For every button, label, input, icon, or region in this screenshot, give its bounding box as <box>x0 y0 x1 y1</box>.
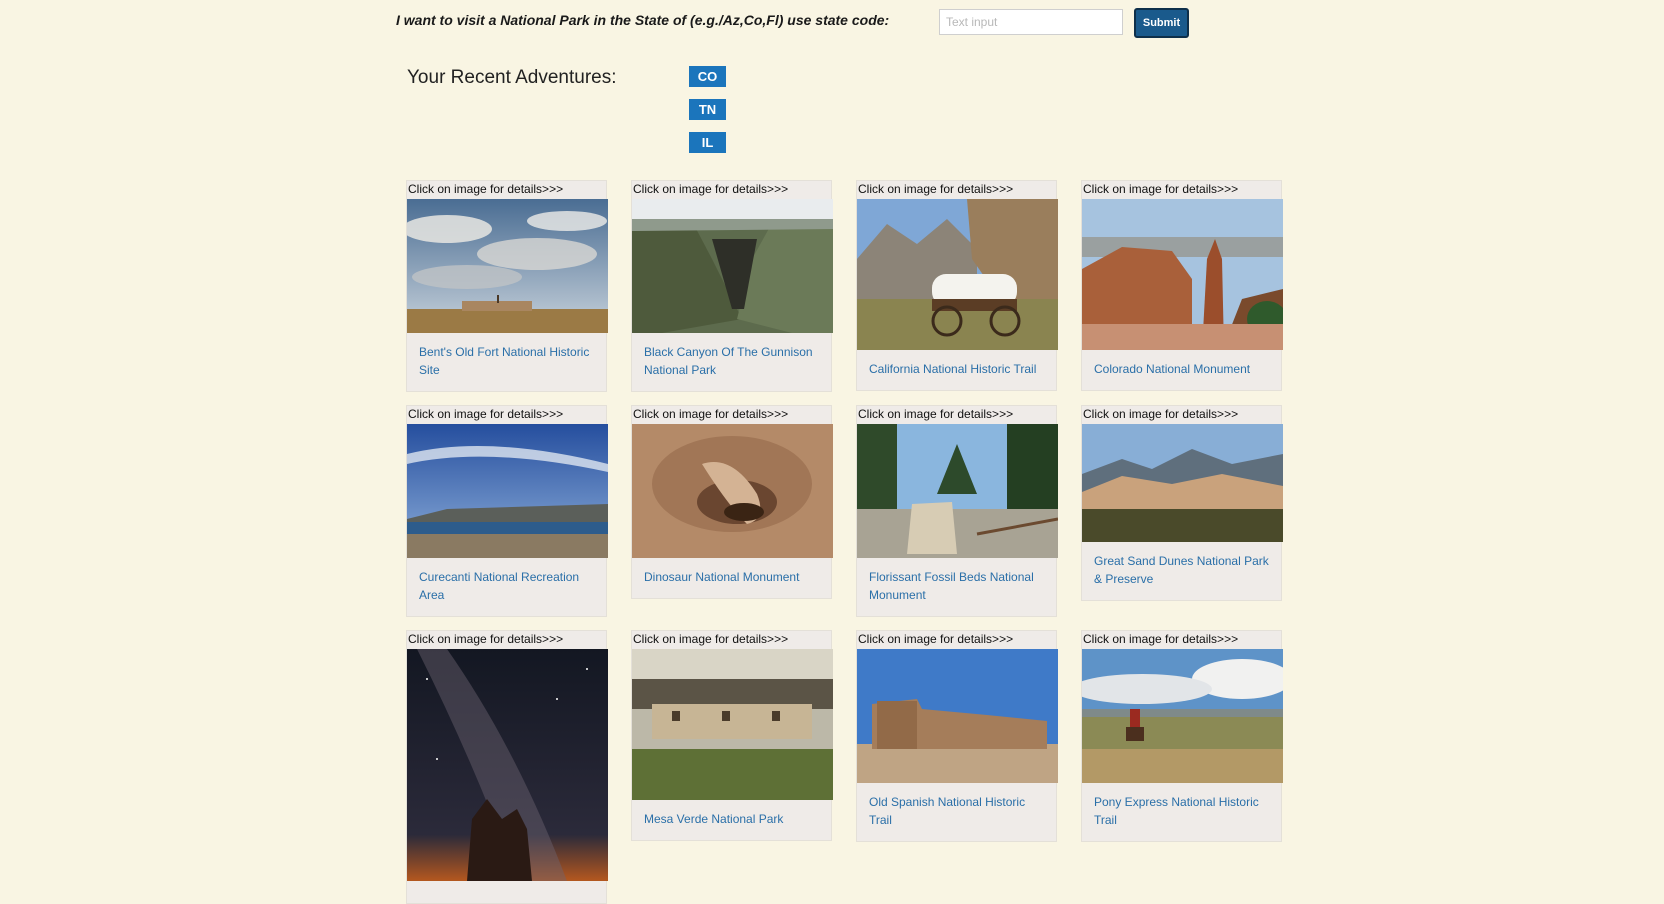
park-image[interactable] <box>857 649 1058 783</box>
details-hint: Click on image for details>>> <box>858 407 1014 421</box>
park-name-link[interactable]: Mesa Verde National Park <box>632 800 831 840</box>
park-card: Click on image for details>>> Black Cany… <box>631 180 833 392</box>
park-card: Click on image for details>>> Dinosaur N… <box>631 405 833 599</box>
park-image[interactable] <box>857 199 1058 350</box>
park-name-link[interactable]: Great Sand Dunes National Park & Preserv… <box>1082 542 1281 600</box>
recent-state-badge[interactable]: TN <box>689 99 726 120</box>
park-image[interactable] <box>632 199 833 333</box>
park-card: Click on image for details>>> Curecanti … <box>406 405 608 617</box>
park-name-link[interactable]: California National Historic Trail <box>857 350 1056 390</box>
park-image[interactable] <box>857 424 1058 558</box>
details-hint: Click on image for details>>> <box>633 182 789 196</box>
details-hint: Click on image for details>>> <box>1083 182 1239 196</box>
park-name-link[interactable]: Bent's Old Fort National Historic Site <box>407 333 606 391</box>
recent-state-badge[interactable]: IL <box>689 132 726 153</box>
recent-state-badge[interactable]: CO <box>689 66 726 87</box>
park-name-link[interactable]: Curecanti National Recreation Area <box>407 558 606 616</box>
park-card: Click on image for details>>> Great Sand… <box>1081 405 1283 601</box>
details-hint: Click on image for details>>> <box>408 182 564 196</box>
state-search-prompt: I want to visit a National Park in the S… <box>396 12 890 28</box>
park-name-link[interactable] <box>407 881 606 903</box>
park-name-link[interactable]: Black Canyon Of The Gunnison National Pa… <box>632 333 831 391</box>
park-name-link[interactable]: Old Spanish National Historic Trail <box>857 783 1056 841</box>
park-card: Click on image for details>>> <box>406 630 608 904</box>
state-search-form: I want to visit a National Park in the S… <box>396 8 1196 38</box>
park-image[interactable] <box>1082 199 1283 350</box>
park-card: Click on image for details>>> Colorado N… <box>1081 180 1283 391</box>
details-hint: Click on image for details>>> <box>858 632 1014 646</box>
park-name-link[interactable]: Dinosaur National Monument <box>632 558 831 598</box>
park-image[interactable] <box>1082 424 1283 542</box>
park-name-link[interactable]: Florissant Fossil Beds National Monument <box>857 558 1056 616</box>
park-card: Click on image for details>>> Florissant… <box>856 405 1058 617</box>
park-name-link[interactable]: Colorado National Monument <box>1082 350 1281 390</box>
park-card: Click on image for details>>> Old Spanis… <box>856 630 1058 842</box>
park-image[interactable] <box>407 199 608 333</box>
details-hint: Click on image for details>>> <box>408 407 564 421</box>
details-hint: Click on image for details>>> <box>633 407 789 421</box>
recent-adventures-title: Your Recent Adventures: <box>407 67 617 88</box>
park-image[interactable] <box>407 424 608 558</box>
submit-button[interactable]: Submit <box>1134 8 1189 38</box>
recent-adventures-list: CO TN IL <box>689 66 726 165</box>
park-card: Click on image for details>>> Pony Expre… <box>1081 630 1283 842</box>
details-hint: Click on image for details>>> <box>1083 407 1239 421</box>
park-card: Click on image for details>>> California… <box>856 180 1058 391</box>
details-hint: Click on image for details>>> <box>1083 632 1239 646</box>
details-hint: Click on image for details>>> <box>858 182 1014 196</box>
state-code-input[interactable] <box>939 9 1123 35</box>
details-hint: Click on image for details>>> <box>633 632 789 646</box>
park-image[interactable] <box>1082 649 1283 783</box>
details-hint: Click on image for details>>> <box>408 632 564 646</box>
park-image[interactable] <box>632 649 833 800</box>
park-image[interactable] <box>407 649 608 881</box>
park-card: Click on image for details>>> Mesa Verde… <box>631 630 833 841</box>
park-name-link[interactable]: Pony Express National Historic Trail <box>1082 783 1281 841</box>
park-card: Click on image for details>>> Bent's Old… <box>406 180 608 392</box>
park-image[interactable] <box>632 424 833 558</box>
